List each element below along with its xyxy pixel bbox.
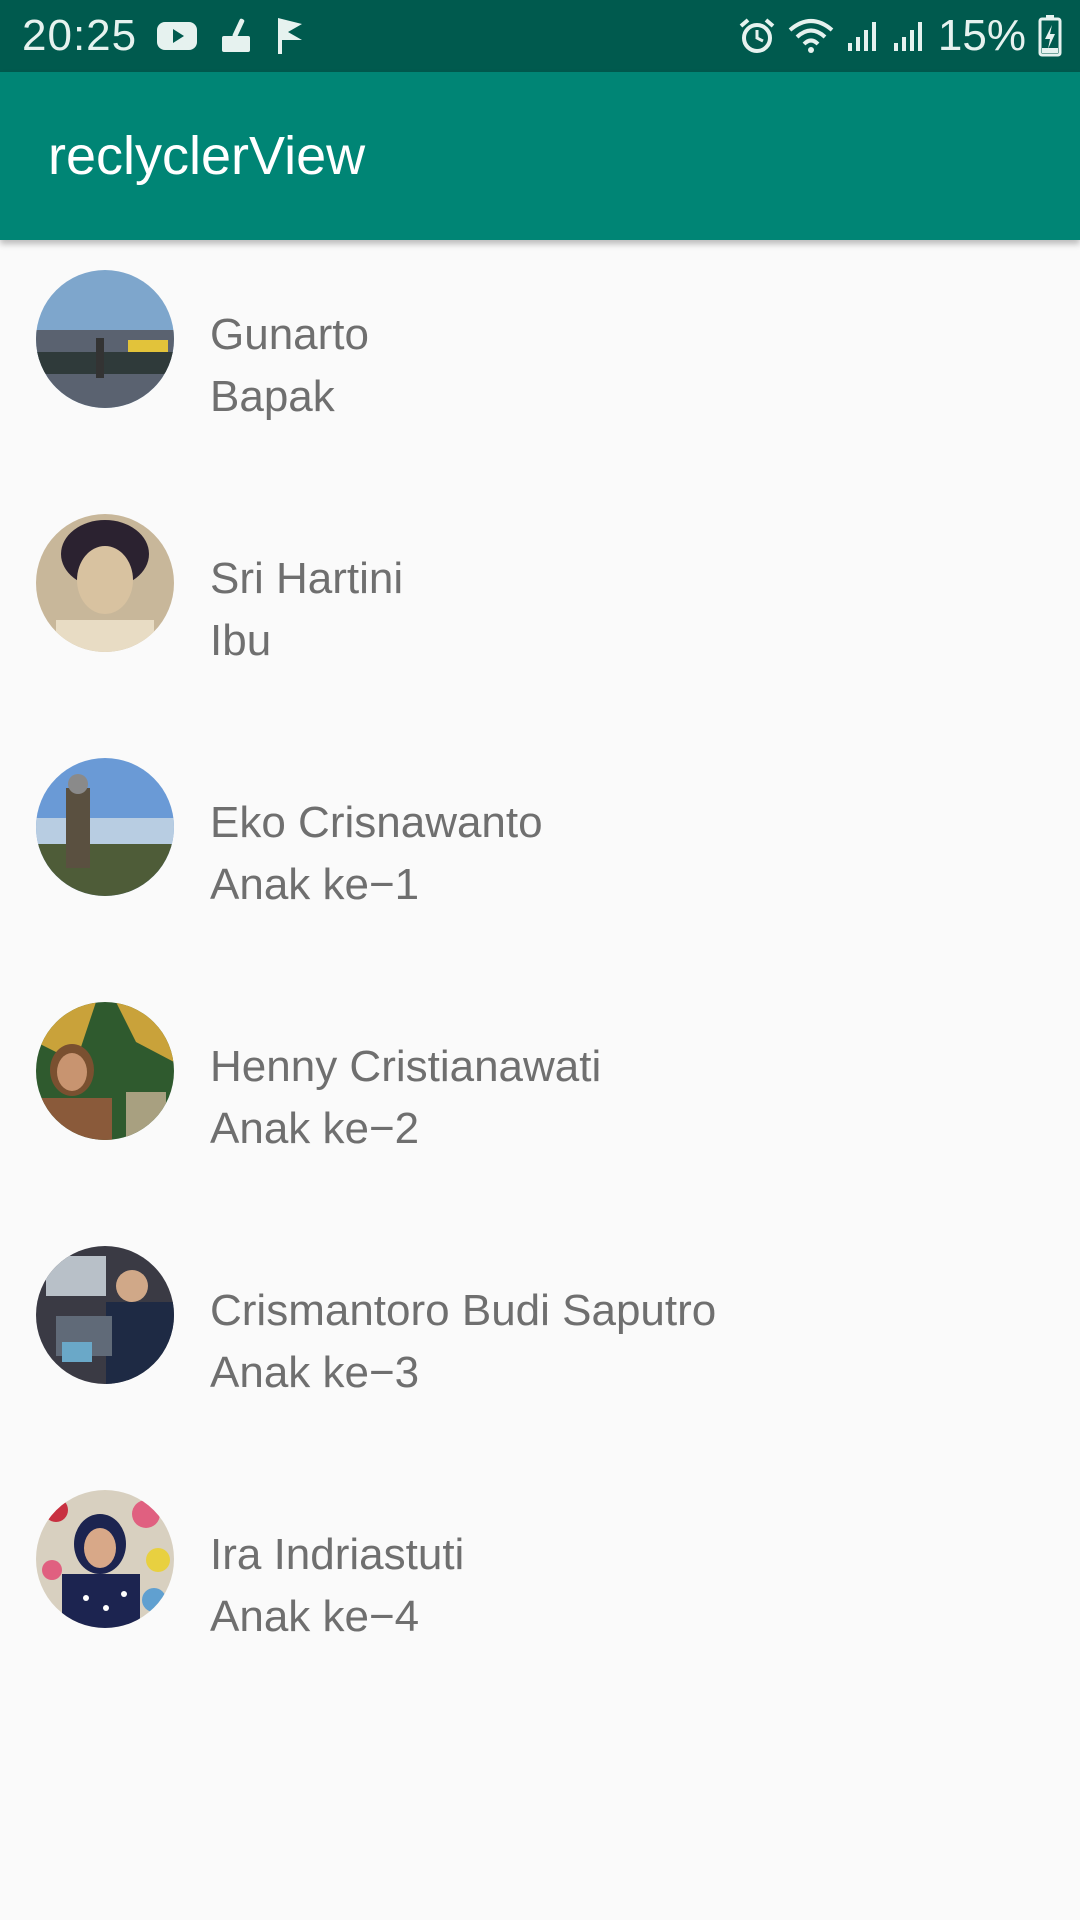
recycler-list[interactable]: Gunarto Bapak Sri Hartini Ibu Eko Crisna… [0, 240, 1080, 1704]
item-name: Sri Hartini [210, 554, 404, 603]
wifi-icon [788, 19, 834, 53]
system-icons: 15% [738, 0, 1062, 72]
battery-percent: 15% [937, 11, 1026, 60]
status-time: 20:25 [22, 11, 138, 60]
cleaner-icon [222, 18, 250, 52]
avatar [36, 270, 174, 408]
list-item[interactable]: Crismantoro Budi Saputro Anak ke−3 [0, 1216, 1080, 1460]
item-name: Gunarto [210, 310, 369, 359]
app-title: reclyclerView [48, 126, 366, 186]
avatar [36, 514, 174, 652]
youtube-icon [157, 22, 197, 50]
list-item[interactable]: Eko Crisnawanto Anak ke−1 [0, 728, 1080, 972]
avatar [36, 758, 174, 896]
item-name: Henny Cristianawati [210, 1042, 602, 1091]
item-role: Ibu [210, 616, 272, 665]
item-role: Bapak [210, 372, 335, 421]
list-item[interactable]: Gunarto Bapak [0, 240, 1080, 484]
signal-icon [847, 22, 876, 51]
flag-icon [278, 18, 302, 54]
list-item[interactable]: Sri Hartini Ibu [0, 484, 1080, 728]
notification-icons [156, 16, 306, 56]
status-bar: 20:25 15% [0, 0, 1080, 72]
list-item[interactable]: Ira Indriastuti Anak ke−4 [0, 1460, 1080, 1704]
battery-charging-icon [1038, 15, 1062, 57]
item-role: Anak ke−1 [210, 860, 420, 909]
avatar [36, 1490, 174, 1628]
item-name: Crismantoro Budi Saputro [210, 1286, 717, 1335]
avatar [36, 1246, 174, 1384]
avatar [36, 1002, 174, 1140]
alarm-icon [739, 18, 775, 53]
list-item[interactable]: Henny Cristianawati Anak ke−2 [0, 972, 1080, 1216]
app-bar: reclyclerView [0, 72, 1080, 240]
item-name: Eko Crisnawanto [210, 798, 543, 847]
signal-icon [893, 22, 922, 51]
item-role: Anak ke−4 [210, 1592, 420, 1641]
item-name: Ira Indriastuti [210, 1530, 465, 1579]
item-role: Anak ke−2 [210, 1104, 420, 1153]
item-role: Anak ke−3 [210, 1348, 420, 1397]
